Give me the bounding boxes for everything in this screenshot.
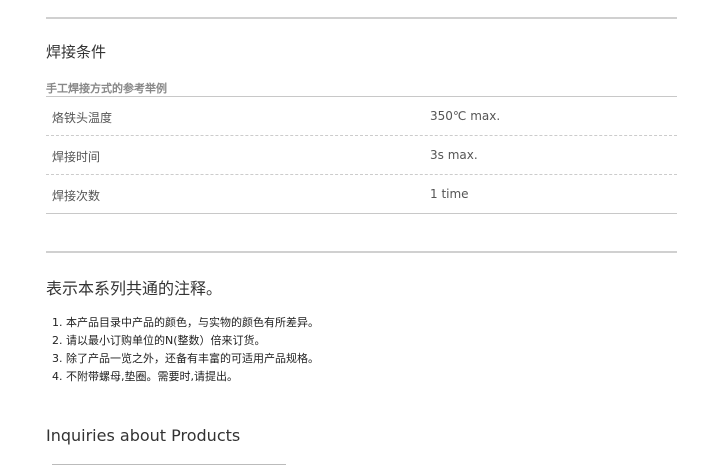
table-row: 焊接次数 1 time — [46, 175, 677, 213]
spec-label-tip-temperature: 烙铁头温度 — [52, 111, 113, 125]
list-item: 1. 本产品目录中产品的颜色，与实物的颜色有所差异。 — [52, 316, 319, 329]
list-item: 3. 除了产品一览之外，还备有丰富的可适用产品规格。 — [52, 352, 319, 365]
list-item: 4. 不附带螺母,垫圈。需要时,请提出。 — [52, 370, 238, 383]
spec-value-soldering-time: 3s max. — [430, 148, 478, 162]
common-notes-list: 1. 本产品目录中产品的颜色，与实物的颜色有所差异。 2. 请以最小订购单位的N… — [52, 314, 319, 386]
list-item: 2. 请以最小订购单位的N(整数）倍来订货。 — [52, 334, 266, 347]
common-notes-title: 表示本系列共通的注释。 — [46, 279, 223, 298]
spec-label-soldering-count: 焊接次数 — [52, 189, 101, 203]
table-row: 焊接时间 3s max. — [46, 136, 677, 175]
soldering-conditions-title: 焊接条件 — [46, 43, 107, 61]
spec-label-soldering-time: 焊接时间 — [52, 150, 101, 164]
manual-soldering-subtitle: 手工焊接方式的参考举例 — [46, 82, 167, 95]
inquiries-underline — [52, 464, 286, 465]
inquiries-title: Inquiries about Products — [46, 426, 241, 445]
spec-value-tip-temperature: 350℃ max. — [430, 109, 501, 123]
section-divider — [46, 251, 677, 253]
table-row: 烙铁头温度 350℃ max. — [46, 97, 677, 136]
soldering-spec-table: 烙铁头温度 350℃ max. 焊接时间 3s max. 焊接次数 1 time — [46, 96, 677, 214]
top-divider — [46, 17, 677, 19]
spec-value-soldering-count: 1 time — [430, 187, 469, 201]
